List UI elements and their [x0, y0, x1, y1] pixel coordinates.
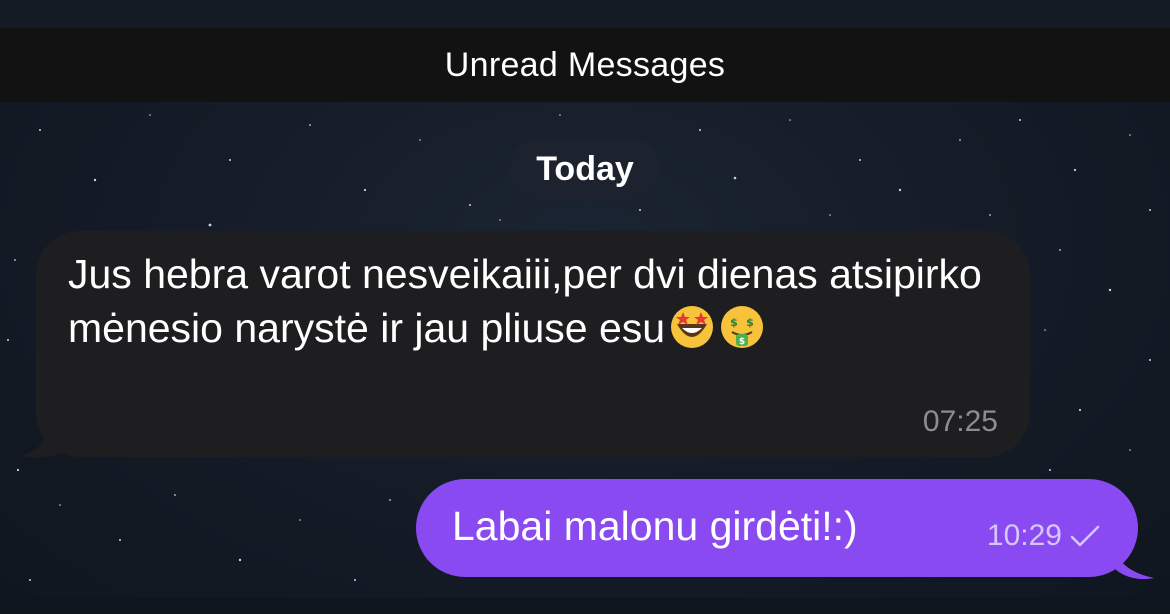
outgoing-message-time: 10:29: [986, 519, 1062, 552]
single-check-icon: [1070, 525, 1100, 547]
incoming-message-text: Jus hebra varot nesveikaiii,per dvi dien…: [68, 247, 1018, 355]
top-strip: [0, 0, 1170, 28]
incoming-message-time: 07:25: [922, 405, 998, 438]
incoming-message-bubble[interactable]: Jus hebra varot nesveikaiii,per dvi dien…: [36, 231, 1030, 457]
outgoing-message-bubble[interactable]: Labai malonu girdėti!:) 10:29: [416, 479, 1138, 577]
svg-text:$: $: [746, 316, 754, 329]
money-mouth-emoji-icon: $ $$: [721, 306, 764, 348]
date-separator-label: Today: [536, 149, 634, 188]
date-separator: Today: [510, 139, 660, 199]
unread-messages-banner: Unread Messages: [0, 28, 1170, 102]
svg-text:$: $: [730, 316, 738, 329]
bottom-strip: [0, 598, 1170, 614]
incoming-message-body: Jus hebra varot nesveikaiii,per dvi dien…: [68, 251, 982, 351]
star-struck-emoji-icon: [671, 306, 714, 348]
svg-text:$: $: [739, 337, 745, 347]
outgoing-message-text: Labai malonu girdėti!:): [452, 503, 858, 549]
outgoing-message-meta: 10:29: [987, 519, 1102, 553]
unread-messages-label: Unread Messages: [444, 45, 726, 84]
